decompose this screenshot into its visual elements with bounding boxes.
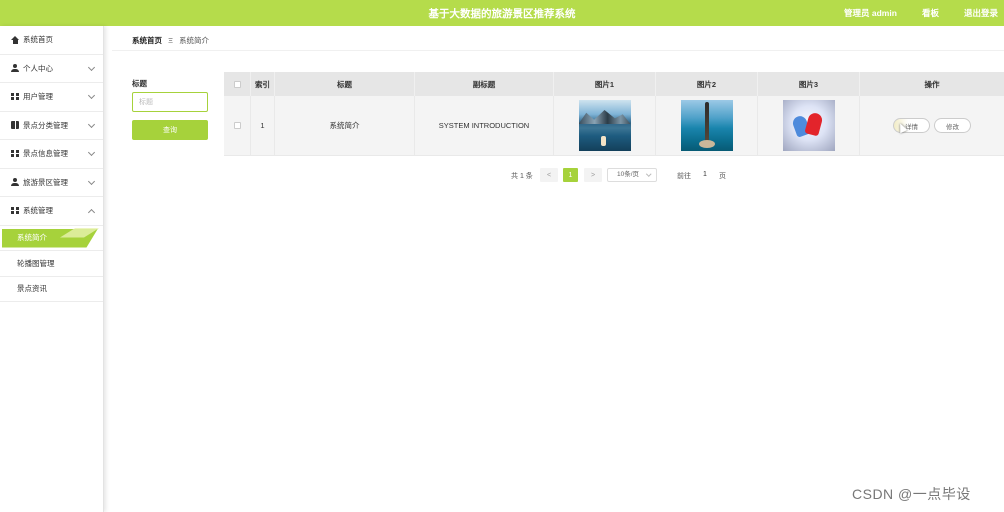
- sidebar-subitem-label: 系统简介: [17, 233, 47, 243]
- chevron-down-icon: [87, 63, 96, 71]
- page-unit-label: 页: [719, 173, 726, 180]
- sidebar-item-attraction-info[interactable]: 景点信息管理: [0, 140, 103, 169]
- chevron-down-icon: [87, 177, 96, 185]
- sidebar-item-label: 旅游景区管理: [23, 177, 68, 187]
- cell-image1: [554, 96, 656, 155]
- header-select-all[interactable]: [224, 72, 251, 96]
- select-all-checkbox[interactable]: [233, 80, 241, 88]
- pagination-total: 共 1 条: [511, 173, 533, 180]
- sidebar-item-label: 系统管理: [23, 206, 53, 216]
- cell-image2: [656, 96, 758, 155]
- cell-image3: [758, 96, 860, 155]
- page-size-select[interactable]: 10条/页: [607, 168, 657, 182]
- dashboard-link[interactable]: 看板: [922, 7, 939, 19]
- watermark: CSDN @一点毕设: [852, 486, 971, 502]
- grid-icon: [11, 92, 19, 101]
- breadcrumb-home[interactable]: 系统首页: [132, 36, 162, 45]
- sidebar: 系统首页 个人中心 用户管理 景点分类管理 景点信息管理 旅游景区管理 系统管理…: [0, 26, 104, 512]
- row-checkbox[interactable]: [233, 122, 241, 129]
- sidebar-subitem-news[interactable]: 景点资讯: [0, 277, 103, 302]
- sidebar-item-label: 景点分类管理: [23, 120, 68, 130]
- search-label: 标题: [132, 79, 147, 88]
- sidebar-item-home[interactable]: 系统首页: [0, 26, 103, 55]
- cell-subtitle: SYSTEM INTRODUCTION: [415, 96, 554, 155]
- logout-link[interactable]: 退出登录: [964, 7, 998, 19]
- sidebar-subitem-system-intro[interactable]: 系统简介: [0, 226, 103, 251]
- column-header: 索引: [251, 72, 275, 96]
- home-icon: [11, 35, 19, 44]
- user-icon: [11, 64, 19, 73]
- red-heart-shape: [803, 111, 824, 137]
- sidebar-item-scenic-area[interactable]: 旅游景区管理: [0, 169, 103, 197]
- cell-index: 1: [251, 96, 275, 155]
- table-row[interactable]: 1 系统简介 SYSTEM INTRODUCTION 详情 修改: [224, 96, 1004, 156]
- sidebar-item-label: 个人中心: [23, 63, 53, 73]
- search-button[interactable]: 查询: [132, 120, 208, 140]
- sidebar-item-label: 景点信息管理: [23, 149, 68, 159]
- book-icon: [11, 121, 19, 130]
- goto-label: 前往: [677, 173, 691, 180]
- sidebar-item-category-management[interactable]: 景点分类管理: [0, 112, 103, 140]
- chevron-down-icon: [87, 91, 96, 100]
- divider: [112, 50, 1004, 51]
- column-header: 操作: [924, 79, 940, 89]
- sidebar-item-system-management[interactable]: 系统管理: [0, 197, 103, 226]
- sidebar-item-user-management[interactable]: 用户管理: [0, 83, 103, 112]
- user-icon: [11, 178, 19, 187]
- chevron-down-icon: [645, 171, 651, 177]
- next-page-button[interactable]: >: [584, 168, 602, 182]
- column-header: 图片1: [554, 72, 656, 96]
- prev-page-button[interactable]: <: [540, 168, 558, 182]
- search-input[interactable]: [132, 92, 208, 112]
- column-header: 标题: [275, 72, 415, 96]
- data-table: 索引 标题 副标题 图片1 图片2 图片3 操作 1 系统简介 SYSTEM I…: [224, 72, 1004, 156]
- mountain-lake-photo: [578, 100, 631, 151]
- column-header: 副标题: [415, 72, 554, 96]
- page-number-button[interactable]: 1: [563, 168, 578, 182]
- page-size-value: 10条/页: [617, 171, 640, 178]
- sidebar-subitem-label: 景点资讯: [17, 284, 47, 294]
- grid-icon: [11, 149, 19, 158]
- breadcrumb-current: 系统简介: [179, 36, 210, 45]
- column-header: 图片3: [758, 72, 860, 96]
- sidebar-item-personal-center[interactable]: 个人中心: [0, 55, 103, 83]
- breadcrumb-separator: Ξ: [168, 36, 173, 45]
- sidebar-item-label: 用户管理: [23, 92, 53, 102]
- edit-button[interactable]: 修改: [934, 118, 971, 133]
- goto-page-input[interactable]: 1: [700, 171, 710, 178]
- chevron-down-icon: [87, 120, 96, 128]
- sidebar-item-label: 系统首页: [23, 35, 53, 45]
- chevron-up-icon: [87, 208, 96, 217]
- chevron-down-icon: [87, 148, 96, 157]
- cell-actions: 详情 修改: [860, 96, 1004, 155]
- column-header: 图片2: [656, 72, 758, 96]
- cell-title: 系统简介: [275, 96, 415, 155]
- admin-label: 管理员 admin: [844, 8, 897, 18]
- sidebar-subitem-label: 轮播图管理: [17, 258, 55, 268]
- pier-sea-photo: [680, 100, 733, 151]
- breadcrumb: 系统首页 Ξ 系统简介: [132, 35, 209, 46]
- sidebar-subitem-carousel[interactable]: 轮播图管理: [0, 251, 103, 277]
- grid-icon: [11, 206, 19, 215]
- table-header: 索引 标题 副标题 图片1 图片2 图片3 操作: [224, 72, 1004, 96]
- heart-balloons-photo: [782, 100, 835, 151]
- top-bar: 基于大数据的旅游景区推荐系统 管理员 admin 看板 退出登录: [0, 0, 1004, 26]
- row-select[interactable]: [224, 96, 251, 155]
